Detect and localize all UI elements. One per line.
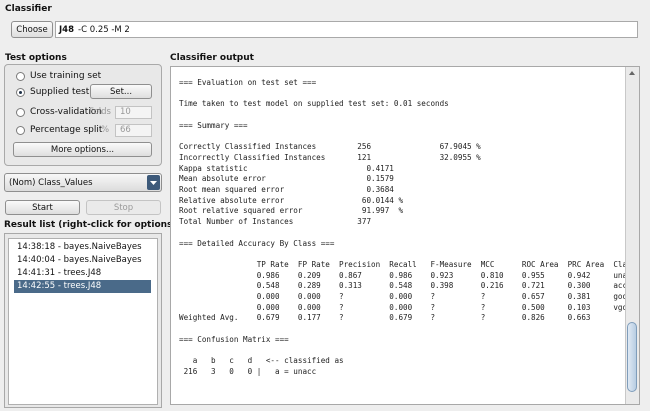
result-list-item[interactable]: 14:40:04 - bayes.NaiveBayes	[14, 254, 151, 267]
result-list-item[interactable]: 14:41:31 - trees.J48	[14, 267, 151, 280]
use-training-set-radio[interactable]	[16, 71, 25, 81]
start-button[interactable]: Start	[5, 200, 80, 215]
scroll-thumb[interactable]	[627, 322, 637, 392]
percentage-split-radio[interactable]	[16, 125, 25, 135]
use-training-set-label: Use training set	[30, 71, 102, 81]
set-button[interactable]: Set...	[90, 84, 152, 99]
result-list-item[interactable]: 14:38:18 - bayes.NaiveBayes	[14, 241, 151, 254]
test-options-panel: Use training set Supplied test set Set..…	[4, 64, 162, 166]
cross-validation-radio[interactable]	[16, 107, 25, 117]
classifier-output-text: === Evaluation on test set === Time take…	[179, 78, 636, 376]
result-list-item-selected[interactable]: 14:42:55 - trees.J48	[14, 280, 151, 293]
classifier-output-title: Classifier output	[170, 53, 254, 63]
dropdown-arrow-icon[interactable]	[147, 175, 160, 190]
class-attribute-value: (Nom) Class_Values	[9, 178, 93, 188]
output-scrollbar[interactable]	[625, 67, 639, 404]
percentage-split-label: Percentage split	[30, 125, 103, 135]
class-attribute-select[interactable]: (Nom) Class_Values	[4, 173, 162, 192]
result-list-panel: 14:38:18 - bayes.NaiveBayes 14:40:04 - b…	[4, 233, 162, 408]
use-training-set-option[interactable]: Use training set	[16, 69, 101, 83]
classifier-name: J48	[59, 24, 74, 35]
result-list-title: Result list (right-click for options)	[4, 220, 177, 230]
choose-button[interactable]: Choose	[11, 21, 53, 38]
folds-input[interactable]: 10	[115, 106, 152, 119]
scroll-up-arrow-icon[interactable]	[626, 67, 638, 79]
supplied-test-set-radio[interactable]	[16, 87, 25, 97]
more-options-button[interactable]: More options...	[13, 142, 152, 157]
classifier-options: -C 0.25 -M 2	[78, 24, 130, 35]
classifier-config-field[interactable]: J48 -C 0.25 -M 2	[55, 21, 638, 38]
percentage-split-option[interactable]: Percentage split	[16, 123, 102, 137]
percent-label: %	[101, 125, 110, 135]
percent-input[interactable]: 66	[115, 124, 152, 137]
classifier-section-title: Classifier	[5, 4, 52, 14]
stop-button[interactable]: Stop	[86, 200, 161, 215]
test-options-title: Test options	[5, 53, 67, 63]
folds-label: Folds	[89, 107, 111, 117]
classifier-output-panel[interactable]: === Evaluation on test set === Time take…	[170, 66, 640, 405]
